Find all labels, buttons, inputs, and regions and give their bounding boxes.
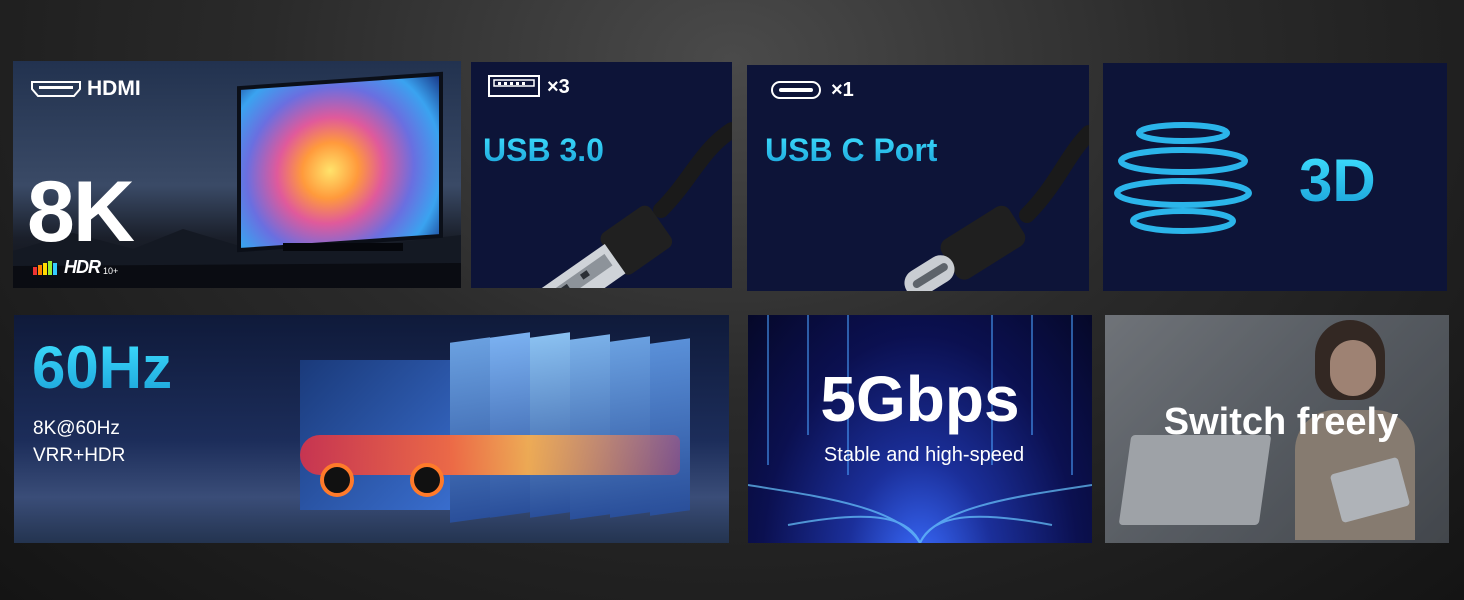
hdmi-port-icon (31, 81, 81, 97)
usbc-count: ×1 (831, 79, 854, 101)
switch-freely-title: Switch freely (1163, 401, 1399, 443)
usb-a-port-icon (488, 75, 540, 97)
tv-graphic (237, 71, 443, 253)
usb-c-port-icon (771, 81, 821, 99)
usb3-tile: ×3 USB 3.0 (471, 62, 732, 288)
5gbps-subtitle: Stable and high-speed (823, 444, 1025, 466)
usb-c-cable-graphic (904, 125, 1089, 291)
hdr-badge: HDR 10+ (33, 257, 118, 278)
60hz-title: 60Hz (32, 334, 173, 401)
refresh-line2: VRR+HDR (33, 445, 126, 466)
switch-freely-tile: Switch freely (1105, 315, 1449, 543)
motion-screens-graphic (300, 325, 700, 523)
resolution-8k-title: 8K (27, 164, 135, 260)
hdr-suffix: 10+ (103, 266, 119, 276)
refresh-line1: 8K@60Hz (33, 418, 120, 439)
refresh-60hz-tile: 60Hz 8K@60Hz VRR+HDR (14, 315, 729, 543)
hdmi-label: HDMI (87, 77, 141, 100)
3d-title: 3D (1299, 147, 1376, 214)
hdr-text: HDR (64, 257, 101, 277)
usb3-count: ×3 (547, 76, 570, 98)
usb-a-cable-graphic (537, 122, 732, 288)
speed-5gbps-tile: 5Gbps Stable and high-speed (748, 315, 1092, 543)
hdmi-8k-tile: HDMI 8K HDR 10+ (13, 61, 461, 288)
usbc-tile: ×1 USB C Port (747, 65, 1089, 291)
hdr-color-bars-icon (33, 260, 57, 275)
three-d-tile: 3D (1103, 63, 1447, 291)
5gbps-title: 5Gbps (820, 363, 1020, 435)
3d-rings-icon (1114, 122, 1252, 234)
